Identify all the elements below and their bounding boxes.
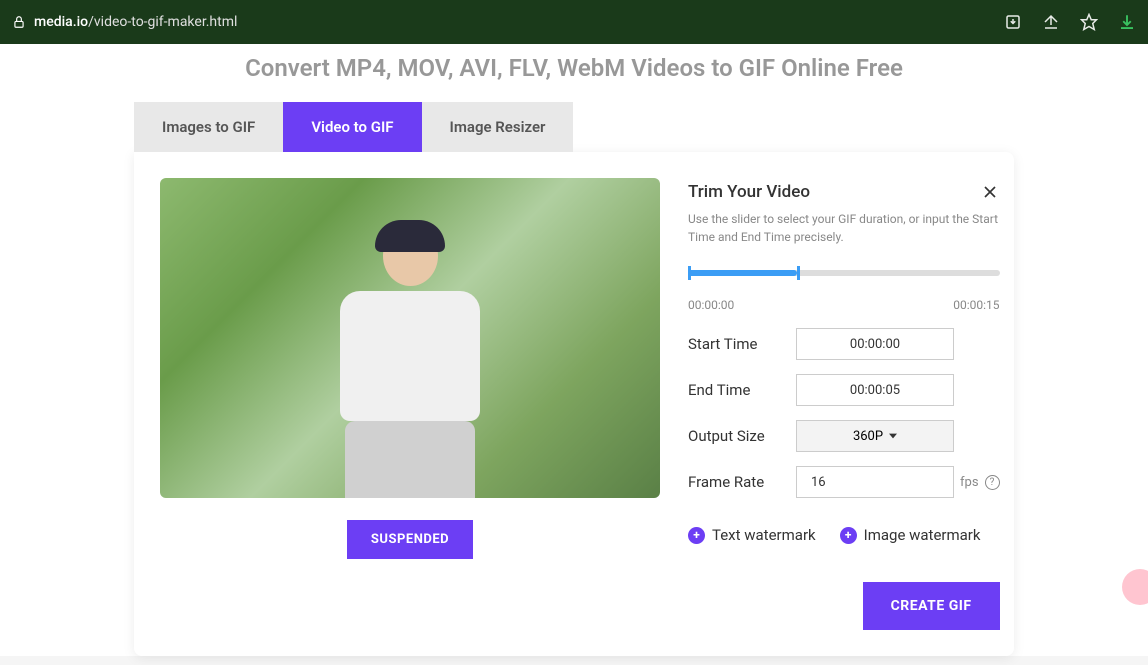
browser-actions — [1004, 13, 1136, 31]
slider-start-label: 00:00:00 — [688, 298, 734, 312]
end-time-row: End Time — [688, 374, 1000, 406]
settings-header: Trim Your Video — [688, 182, 1000, 202]
settings-description: Use the slider to select your GIF durati… — [688, 210, 1000, 246]
image-watermark-button[interactable]: + Image watermark — [840, 526, 981, 544]
plus-icon: + — [840, 527, 857, 544]
end-time-input[interactable] — [796, 374, 954, 406]
page-title: Convert MP4, MOV, AVI, FLV, WebM Videos … — [0, 44, 1148, 102]
output-size-value: 360P — [853, 429, 883, 444]
fps-label: fps — [960, 475, 979, 490]
install-icon[interactable] — [1004, 13, 1022, 31]
frame-rate-row: Frame Rate fps ? — [688, 466, 1000, 498]
start-time-input[interactable] — [796, 328, 954, 360]
panel: SUSPENDED Trim Your Video Use the slider… — [134, 152, 1014, 656]
text-watermark-label: Text watermark — [712, 526, 816, 544]
output-size-label: Output Size — [688, 427, 796, 445]
text-watermark-button[interactable]: + Text watermark — [688, 526, 816, 544]
start-time-label: Start Time — [688, 335, 796, 353]
video-figure — [320, 226, 500, 498]
star-icon[interactable] — [1080, 13, 1098, 31]
image-watermark-label: Image watermark — [864, 526, 981, 544]
browser-address-bar: media.io/video-to-gif-maker.html — [0, 0, 1148, 44]
tab-image-resizer[interactable]: Image Resizer — [422, 102, 574, 152]
download-icon[interactable] — [1118, 13, 1136, 31]
frame-rate-label: Frame Rate — [688, 473, 796, 491]
close-icon[interactable] — [980, 182, 1000, 202]
watermark-row: + Text watermark + Image watermark — [688, 526, 1000, 544]
share-icon[interactable] — [1042, 13, 1060, 31]
output-size-select[interactable]: 360P — [796, 420, 954, 452]
frame-rate-input[interactable] — [796, 466, 954, 498]
create-gif-button[interactable]: CREATE GIF — [863, 582, 1000, 630]
output-size-row: Output Size 360P — [688, 420, 1000, 452]
main-container: Images to GIF Video to GIF Image Resizer… — [134, 102, 1014, 656]
suspended-button[interactable]: SUSPENDED — [347, 520, 473, 559]
settings-side: Trim Your Video Use the slider to select… — [688, 178, 1000, 630]
tabs: Images to GIF Video to GIF Image Resizer — [134, 102, 1014, 152]
tab-images-to-gif[interactable]: Images to GIF — [134, 102, 283, 152]
end-time-label: End Time — [688, 381, 796, 399]
caret-down-icon — [889, 432, 897, 440]
page-content: Convert MP4, MOV, AVI, FLV, WebM Videos … — [0, 44, 1148, 656]
video-preview[interactable] — [160, 178, 660, 498]
settings-title: Trim Your Video — [688, 182, 810, 202]
plus-icon: + — [688, 527, 705, 544]
start-time-row: Start Time — [688, 328, 1000, 360]
trim-slider[interactable] — [688, 264, 1000, 294]
video-side: SUSPENDED — [160, 178, 660, 630]
url-section[interactable]: media.io/video-to-gif-maker.html — [12, 14, 1004, 30]
slider-labels: 00:00:00 00:00:15 — [688, 298, 1000, 312]
url-text: media.io/video-to-gif-maker.html — [34, 14, 237, 30]
tab-video-to-gif[interactable]: Video to GIF — [283, 102, 421, 152]
info-icon[interactable]: ? — [985, 475, 1000, 490]
slider-end-label: 00:00:15 — [953, 298, 999, 312]
lock-icon — [12, 15, 26, 29]
slider-start-handle[interactable] — [688, 266, 691, 280]
slider-end-handle[interactable] — [797, 266, 800, 280]
